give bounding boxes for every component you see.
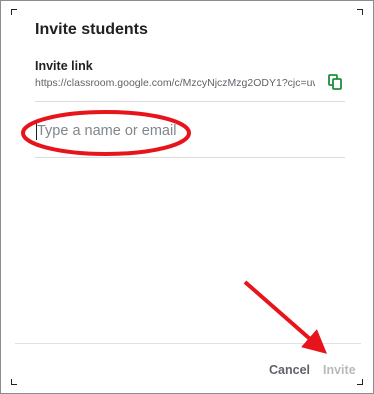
name-or-email-input[interactable] [35, 117, 337, 145]
divider [35, 101, 345, 102]
invite-link-url: https://classroom.google.com/c/MzcyNjczM… [35, 77, 315, 89]
frame-corner [11, 9, 17, 15]
dialog-title: Invite students [35, 21, 148, 38]
footer-divider [15, 343, 361, 344]
dialog: Invite students Invite link https://clas… [0, 0, 374, 394]
frame-corner [357, 9, 363, 15]
frame-corner [357, 379, 363, 385]
copy-icon[interactable] [327, 74, 343, 90]
input-underline [35, 157, 345, 158]
cancel-button[interactable]: Cancel [269, 363, 310, 377]
text-cursor [36, 122, 37, 140]
invite-button[interactable]: Invite [323, 363, 356, 377]
invite-link-label: Invite link [35, 59, 93, 73]
frame-corner [11, 379, 17, 385]
